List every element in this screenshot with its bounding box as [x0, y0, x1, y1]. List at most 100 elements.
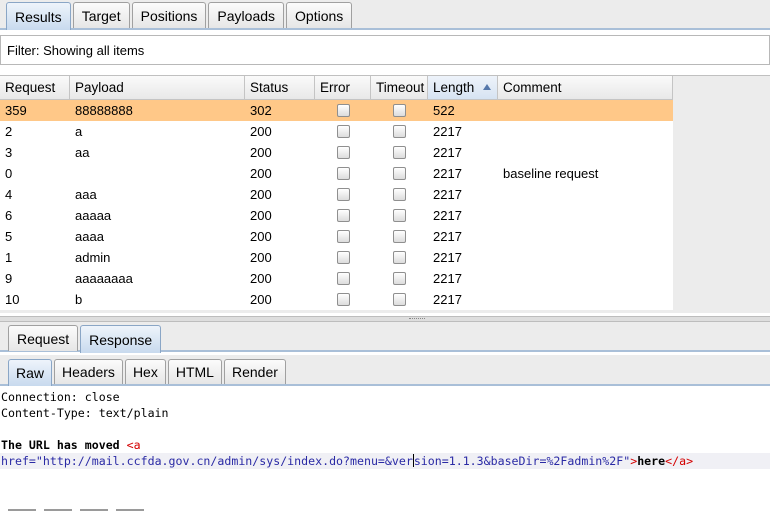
- column-header-payload[interactable]: Payload: [70, 76, 245, 99]
- cell-request: 10: [5, 292, 20, 307]
- cell-payload: [70, 163, 245, 184]
- tab-render[interactable]: Render: [223, 359, 286, 384]
- cell-error: [315, 184, 371, 205]
- anchor-end-tag: </a>: [665, 454, 694, 468]
- error-checkbox[interactable]: [336, 146, 350, 159]
- error-checkbox[interactable]: [336, 125, 350, 138]
- table-row[interactable]: 0 200 2217 baseline request: [0, 163, 673, 184]
- column-header-request[interactable]: Request: [0, 76, 70, 99]
- timeout-checkbox[interactable]: [393, 251, 406, 264]
- cell-comment: [498, 226, 673, 247]
- timeout-checkbox[interactable]: [393, 167, 406, 180]
- error-checkbox[interactable]: [336, 251, 350, 264]
- cell-comment: [498, 289, 673, 310]
- cell-payload: admin: [75, 250, 111, 265]
- cell-status: 200: [250, 292, 272, 307]
- cell-comment: [498, 121, 673, 142]
- tab-response[interactable]: Response: [80, 325, 162, 353]
- raw-line-href: href="http://mail.ccfda.gov.cn/admin/sys…: [0, 453, 770, 469]
- cell-status: 302: [250, 103, 272, 118]
- table-row[interactable]: 9 aaaaaaaa 200 2217: [0, 268, 673, 289]
- cell-length: 2217: [433, 145, 462, 160]
- error-checkbox[interactable]: [336, 209, 350, 222]
- cell-payload: 88888888: [75, 103, 133, 118]
- timeout-checkbox[interactable]: [393, 188, 406, 201]
- table-row[interactable]: 3 aa 200 2217: [0, 142, 673, 163]
- tab-html[interactable]: HTML: [167, 359, 222, 384]
- tab-raw[interactable]: Raw: [8, 359, 53, 386]
- error-checkbox[interactable]: [336, 230, 350, 243]
- cell-payload: aaaaaaaa: [75, 271, 133, 286]
- tab-options[interactable]: Options: [286, 2, 353, 28]
- cell-comment: [498, 142, 673, 163]
- tab-results[interactable]: Results: [6, 2, 71, 30]
- tab-request[interactable]: Request: [8, 325, 79, 351]
- cell-error: [315, 142, 371, 163]
- timeout-checkbox[interactable]: [393, 146, 406, 159]
- cell-timeout: [371, 226, 428, 247]
- cell-error: [315, 226, 371, 247]
- cell-status: 200: [250, 124, 272, 139]
- tab-target[interactable]: Target: [72, 2, 130, 28]
- table-row[interactable]: 6 aaaaa 200 2217: [0, 205, 673, 226]
- column-header-length[interactable]: Length: [428, 76, 498, 99]
- table-row[interactable]: 5 aaaa 200 2217: [0, 226, 673, 247]
- table-row[interactable]: 4 aaa 200 2217: [0, 184, 673, 205]
- error-checkbox[interactable]: [336, 272, 350, 285]
- filter-text: Filter: Showing all items: [7, 42, 145, 58]
- table-row[interactable]: 2 a 200 2217: [0, 121, 673, 142]
- column-header-comment[interactable]: Comment: [498, 76, 673, 99]
- cell-error: [315, 100, 371, 121]
- error-checkbox[interactable]: [336, 104, 350, 117]
- cell-status: 200: [250, 145, 272, 160]
- column-header-status[interactable]: Status: [245, 76, 315, 99]
- column-header-timeout[interactable]: Timeout: [371, 76, 428, 99]
- timeout-checkbox[interactable]: [393, 272, 406, 285]
- cell-error: [315, 163, 371, 184]
- error-checkbox[interactable]: [336, 293, 350, 306]
- cell-payload: aaaa: [75, 229, 104, 244]
- cell-request: 5: [5, 229, 13, 244]
- cell-length: 2217: [433, 292, 462, 307]
- timeout-checkbox[interactable]: [393, 104, 406, 117]
- tab-payloads[interactable]: Payloads: [208, 2, 285, 28]
- raw-line-blank: [0, 421, 770, 437]
- cell-payload: aaaaa: [75, 208, 112, 223]
- cell-request: 359: [5, 103, 27, 118]
- column-header-error[interactable]: Error: [315, 76, 371, 99]
- tab-headers[interactable]: Headers: [54, 359, 123, 384]
- cell-timeout: [371, 121, 428, 142]
- cell-length: 2217: [433, 124, 462, 139]
- cell-timeout: [371, 289, 428, 310]
- cell-payload: a: [75, 124, 83, 139]
- cell-comment: baseline request: [503, 166, 599, 181]
- cell-comment: [498, 100, 673, 121]
- error-checkbox[interactable]: [336, 167, 350, 180]
- cell-payload: aa: [75, 145, 90, 160]
- cell-status: 200: [250, 187, 272, 202]
- timeout-checkbox[interactable]: [393, 125, 406, 138]
- raw-line-connection: Connection: close: [1, 390, 120, 404]
- filter-bar[interactable]: Filter: Showing all items: [0, 35, 770, 65]
- timeout-checkbox[interactable]: [393, 230, 406, 243]
- tab-hex[interactable]: Hex: [124, 359, 166, 384]
- message-tab-bar: Request Response: [0, 322, 770, 353]
- tab-positions[interactable]: Positions: [131, 2, 207, 28]
- raw-line-content-type: Content-Type: text/plain: [1, 406, 169, 420]
- cell-request: 0: [5, 166, 13, 181]
- cell-status: 200: [250, 250, 272, 265]
- cell-timeout: [371, 247, 428, 268]
- table-row[interactable]: 10 b 200 2217: [0, 289, 673, 310]
- error-checkbox[interactable]: [336, 188, 350, 201]
- href-attribute: href=: [1, 454, 36, 468]
- cell-length: 522: [433, 103, 455, 118]
- cell-payload: aaa: [75, 187, 97, 202]
- table-row[interactable]: 1 admin 200 2217: [0, 247, 673, 268]
- cell-length: 2217: [433, 250, 462, 265]
- moved-text: The URL has moved: [1, 438, 127, 452]
- raw-response-editor[interactable]: Connection: close Content-Type: text/pla…: [0, 389, 770, 511]
- timeout-checkbox[interactable]: [393, 293, 406, 306]
- table-row[interactable]: 359 88888888 302 522: [0, 100, 673, 121]
- cell-comment: [498, 205, 673, 226]
- timeout-checkbox[interactable]: [393, 209, 406, 222]
